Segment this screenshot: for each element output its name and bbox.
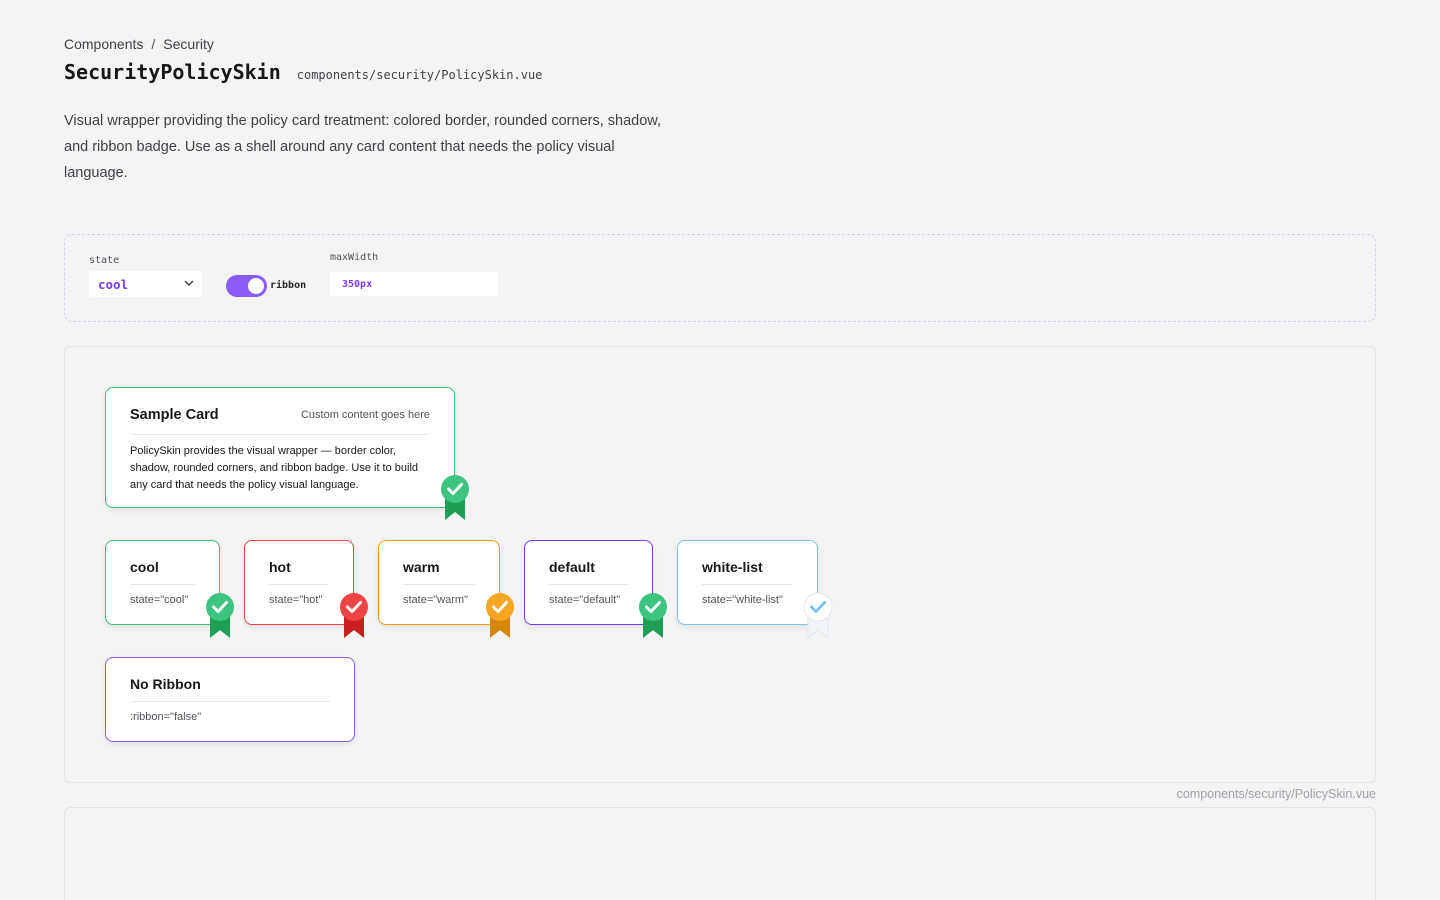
ribbon-check-icon <box>206 593 234 638</box>
ribbon-toggle[interactable] <box>226 275 267 297</box>
breadcrumb-parent[interactable]: Components <box>64 36 143 52</box>
no-ribbon-card-subtitle: :ribbon="false" <box>130 711 202 723</box>
state-select[interactable]: cool <box>89 271 202 297</box>
title-row: SecurityPolicySkin components/security/P… <box>64 60 542 84</box>
toggle-knob <box>248 278 264 294</box>
ribbon-check-icon <box>340 593 368 638</box>
breadcrumb: Components / Security <box>64 36 214 52</box>
variant-card-title: hot <box>269 559 291 575</box>
variant-card-default: default state="default" <box>524 540 653 625</box>
variant-card-subtitle: state="cool" <box>130 594 189 606</box>
ribbon-check-icon <box>803 592 833 640</box>
page-title: SecurityPolicySkin <box>64 60 281 84</box>
breadcrumb-separator: / <box>151 36 156 52</box>
component-file-path: components/security/PolicySkin.vue <box>296 68 543 82</box>
card-divider <box>130 584 195 585</box>
sample-card-hint: Custom content goes here <box>300 409 430 421</box>
chevron-down-icon <box>184 280 194 286</box>
max-width-input[interactable] <box>330 272 498 296</box>
card-divider <box>269 584 329 585</box>
max-width-label: maxWidth <box>330 252 379 263</box>
code-panel <box>64 807 1376 900</box>
variant-card-title: default <box>549 559 595 575</box>
card-divider <box>403 584 475 585</box>
state-label: state <box>89 255 120 266</box>
ribbon-check-icon <box>639 593 667 638</box>
card-divider <box>130 434 430 435</box>
ribbon-label: ribbon <box>270 280 307 291</box>
variant-card-subtitle: state="hot" <box>269 594 323 606</box>
no-ribbon-card: No Ribbon :ribbon="false" <box>105 657 355 742</box>
controls-panel: state cool ribbon maxWidth <box>64 234 1376 322</box>
ribbon-check-icon <box>486 593 514 638</box>
card-divider <box>549 584 628 585</box>
no-ribbon-card-title: No Ribbon <box>130 676 201 692</box>
card-divider <box>130 701 330 702</box>
variant-card-cool: cool state="cool" <box>105 540 220 625</box>
variant-card-warm: warm state="warm" <box>378 540 500 625</box>
component-description: Visual wrapper providing the policy card… <box>64 113 661 181</box>
variant-card-hot: hot state="hot" <box>244 540 354 625</box>
sample-card-body: PolicySkin provides the visual wrapper —… <box>130 445 419 491</box>
variant-card-white-list: white-list state="white-list" <box>677 540 818 625</box>
variant-card-subtitle: state="warm" <box>403 594 468 606</box>
variant-card-title: warm <box>403 559 440 575</box>
state-select-value: cool <box>98 276 129 292</box>
variant-card-title: white-list <box>702 559 763 575</box>
variant-card-subtitle: state="default" <box>549 594 621 606</box>
sample-card: Sample Card Custom content goes here Pol… <box>105 387 455 508</box>
footer-file-path: components/security/PolicySkin.vue <box>1176 787 1376 801</box>
variant-card-subtitle: state="white-list" <box>702 594 783 606</box>
variant-card-title: cool <box>130 559 159 575</box>
breadcrumb-current: Security <box>163 36 214 52</box>
sample-card-title: Sample Card <box>130 407 219 423</box>
ribbon-check-icon <box>441 475 469 520</box>
card-divider <box>702 584 793 585</box>
